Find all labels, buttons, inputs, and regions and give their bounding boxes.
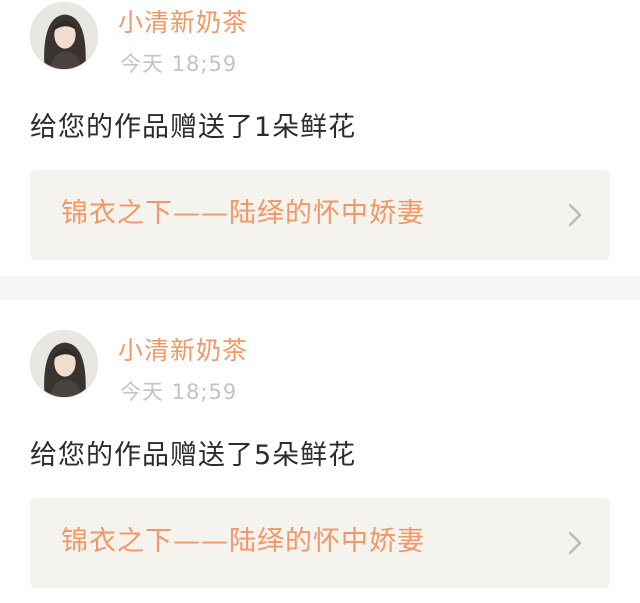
gift-message: 给您的作品赠送了5朵鲜花 (30, 440, 357, 471)
gift-notification-feed: 小清新奶茶 今天 18;59 给您的作品赠送了1朵鲜花 锦衣之下——陆绎的怀中娇… (0, 0, 640, 603)
avatar[interactable] (30, 330, 98, 398)
gift-message: 给您的作品赠送了1朵鲜花 (30, 112, 357, 143)
user-avatar-icon (31, 331, 97, 397)
chevron-right-icon (568, 531, 582, 555)
username[interactable]: 小清新奶茶 (118, 336, 248, 366)
book-link-card[interactable]: 锦衣之下——陆绎的怀中娇妻 (30, 170, 610, 260)
timestamp: 今天 18;59 (120, 52, 238, 76)
timestamp: 今天 18;59 (120, 380, 238, 404)
chevron-right-icon (568, 203, 582, 227)
user-avatar-icon (31, 3, 97, 69)
book-title: 锦衣之下——陆绎的怀中娇妻 (61, 526, 425, 557)
book-link-card[interactable]: 锦衣之下——陆绎的怀中娇妻 (30, 498, 610, 588)
notification-item: 小清新奶茶 今天 18;59 给您的作品赠送了5朵鲜花 锦衣之下——陆绎的怀中娇… (0, 300, 640, 603)
avatar[interactable] (30, 2, 98, 70)
book-title: 锦衣之下——陆绎的怀中娇妻 (61, 198, 425, 229)
username[interactable]: 小清新奶茶 (118, 8, 248, 38)
section-divider (0, 276, 640, 300)
notification-item: 小清新奶茶 今天 18;59 给您的作品赠送了1朵鲜花 锦衣之下——陆绎的怀中娇… (0, 0, 640, 276)
